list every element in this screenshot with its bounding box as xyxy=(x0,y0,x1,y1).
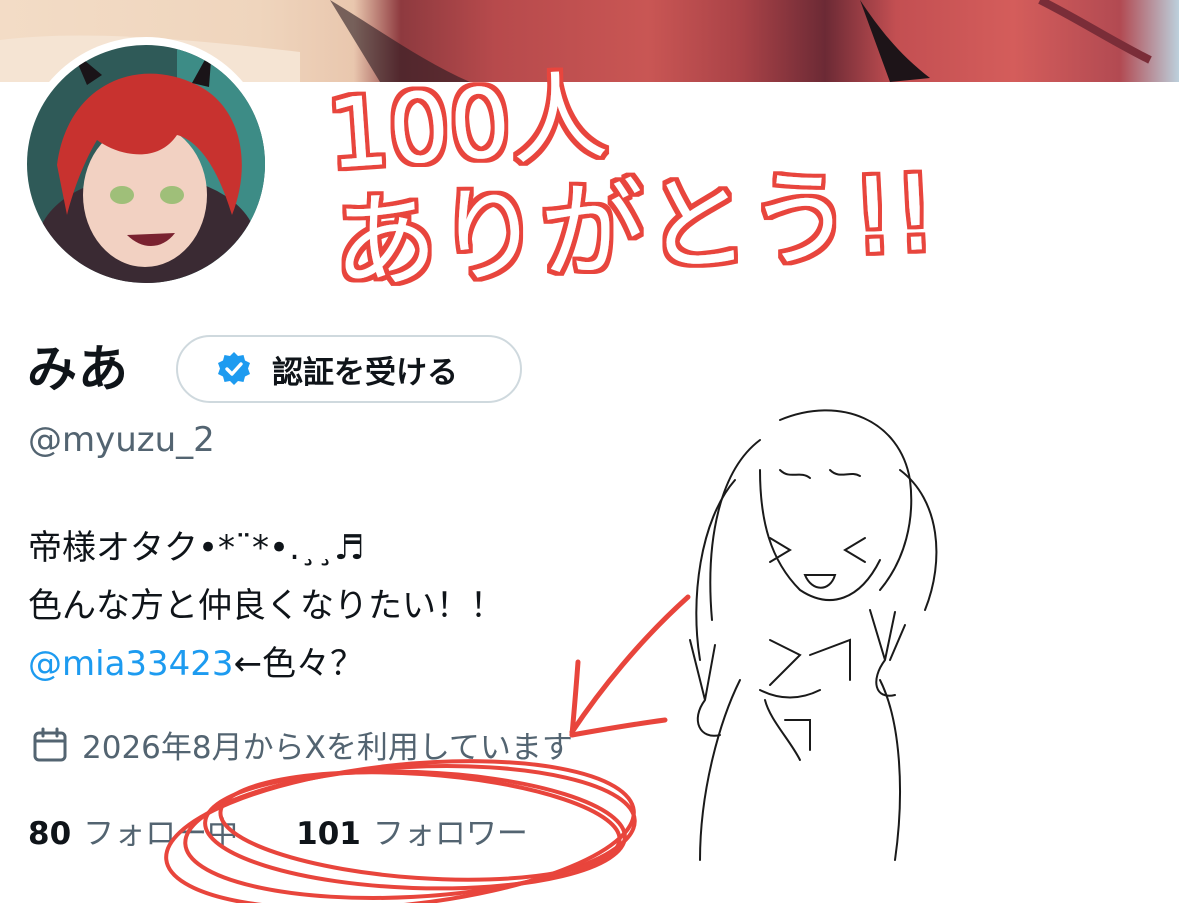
bio-line-3-suffix: ←色々？ xyxy=(233,644,365,684)
calendar-icon xyxy=(33,727,67,761)
bio-mention-link[interactable]: @mia33423 xyxy=(28,644,234,684)
verified-badge-icon xyxy=(218,352,250,385)
joined-date-text: 2026年8月からXを利用しています xyxy=(82,730,573,766)
bio-line-1: 帝様オタク•*¨*•.¸¸♬ xyxy=(28,528,365,568)
celebration-annotation: 100人 ありがとう!! xyxy=(324,60,939,305)
girl-sketch xyxy=(689,409,938,861)
avatar-illustration xyxy=(27,45,265,283)
follow-stats: 80 フォロー中 101 フォロワー xyxy=(28,808,586,853)
followers-link[interactable]: 101 フォロワー xyxy=(296,808,528,853)
display-name: みあ xyxy=(27,340,129,398)
red-arrow xyxy=(569,594,691,738)
user-handle: @myuzu_2 xyxy=(28,420,215,460)
get-verified-button[interactable]: 認証を受ける xyxy=(176,335,522,403)
followers-label: フォロワー xyxy=(372,816,528,852)
get-verified-label: 認証を受ける xyxy=(272,354,458,391)
joined-date: 2026年8月からXを利用しています xyxy=(30,722,573,767)
annotation-line-2: ありがとう!! xyxy=(330,152,939,305)
avatar[interactable] xyxy=(27,45,265,283)
followers-count: 101 xyxy=(296,816,361,852)
profile-bio: 帝様オタク•*¨*•.¸¸♬ 色んな方と仲良くなりたい！！ @mia33423←色々… xyxy=(28,519,504,693)
following-count: 80 xyxy=(28,816,72,852)
following-link[interactable]: 80 フォロー中 xyxy=(28,808,238,853)
bio-line-2: 色んな方と仲良くなりたい！！ xyxy=(28,586,504,626)
bio-line-3: @mia33423←色々？ xyxy=(28,635,504,693)
following-label: フォロー中 xyxy=(83,816,239,852)
